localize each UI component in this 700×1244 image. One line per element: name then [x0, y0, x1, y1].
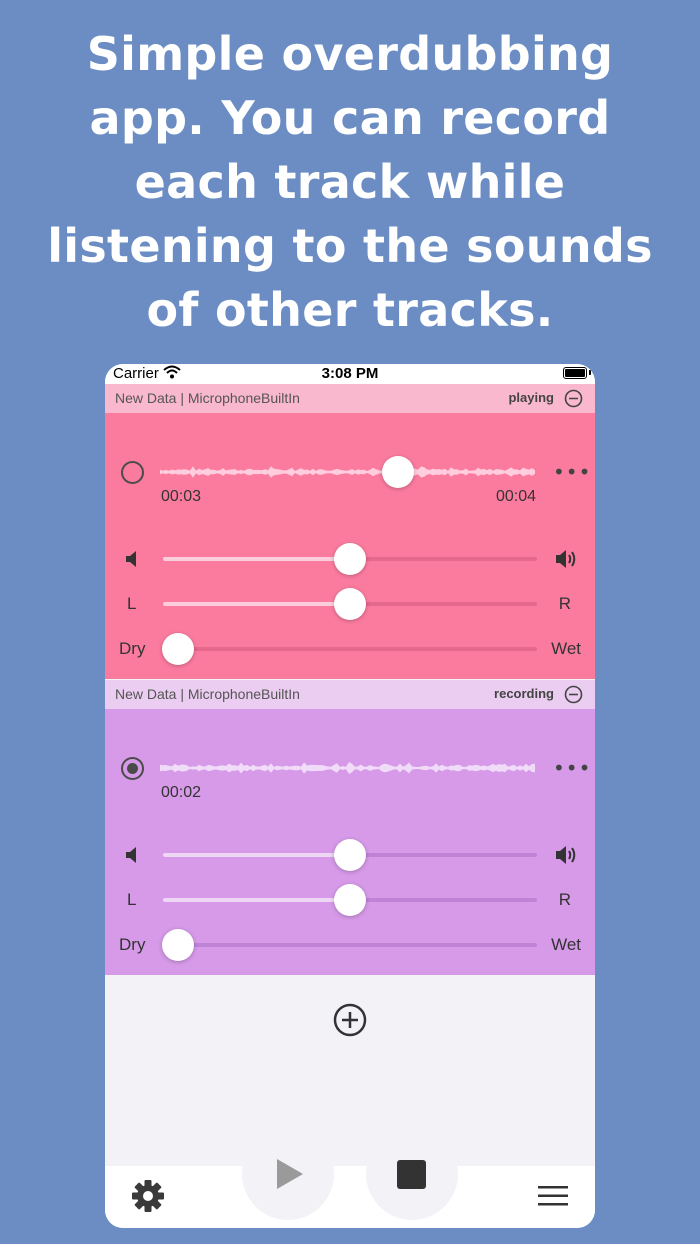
- pan-right-label: R: [558, 890, 571, 909]
- headline-line: Simple overdubbing: [86, 27, 614, 81]
- gear-icon[interactable]: [131, 1179, 165, 1213]
- waveform[interactable]: [160, 757, 537, 779]
- drywet-slider-row: Dry Wet: [105, 633, 595, 665]
- stop-icon: [397, 1160, 426, 1189]
- slider-knob[interactable]: [161, 633, 194, 665]
- volume-slider[interactable]: [163, 543, 537, 575]
- stop-button[interactable]: [366, 1128, 458, 1220]
- volume-high-icon: [556, 550, 576, 568]
- wet-label: Wet: [551, 935, 581, 954]
- drywet-slider[interactable]: [161, 633, 537, 665]
- track-status: recording: [494, 686, 554, 701]
- record-dot-icon: [127, 763, 138, 774]
- headline-line: each track while: [134, 155, 566, 209]
- drywet-slider[interactable]: [161, 929, 537, 961]
- track-status: playing: [508, 390, 554, 405]
- pan-right-label: R: [558, 594, 571, 613]
- pan-left-label: L: [127, 594, 137, 613]
- headline-line: listening to the sounds: [47, 219, 653, 273]
- wet-label: Wet: [551, 639, 581, 658]
- more-options-icon[interactable]: •••: [553, 756, 591, 780]
- volume-low-icon: [126, 847, 136, 863]
- play-icon: [277, 1159, 303, 1189]
- more-options-icon[interactable]: •••: [553, 460, 591, 484]
- waveform-shape: [160, 466, 535, 478]
- track-panel: ••• 00:02 L R Dry Wet: [105, 709, 595, 975]
- battery-tip: [589, 370, 591, 375]
- play-button[interactable]: [242, 1128, 334, 1220]
- headline: Simple overdubbing app. You can record e…: [0, 22, 700, 342]
- record-arm-button[interactable]: [121, 461, 144, 484]
- dry-label: Dry: [119, 639, 146, 658]
- slider-knob[interactable]: [334, 839, 366, 871]
- volume-slider[interactable]: [163, 839, 537, 871]
- playhead-knob[interactable]: [381, 456, 414, 488]
- pan-slider[interactable]: [163, 884, 537, 916]
- slider-knob[interactable]: [334, 884, 366, 916]
- status-bar: Carrier 3:08 PM: [105, 364, 595, 385]
- bottom-toolbar: [105, 1166, 595, 1228]
- headline-line: of other tracks.: [146, 283, 554, 337]
- slider-fill: [163, 853, 350, 857]
- pan-slider[interactable]: [163, 588, 537, 620]
- time-current: 00:03: [161, 488, 202, 505]
- phone-screen: Carrier 3:08 PM New Data | MicrophoneBui…: [105, 364, 595, 1228]
- drywet-slider-row: Dry Wet: [105, 929, 595, 961]
- track-header[interactable]: New Data | MicrophoneBuiltIn recording: [105, 680, 595, 709]
- volume-slider-row: [105, 839, 595, 871]
- slider-knob[interactable]: [161, 929, 194, 961]
- slider-fill: [163, 602, 350, 606]
- hamburger-menu-icon[interactable]: [538, 1185, 568, 1207]
- battery-icon: [563, 367, 587, 379]
- pan-slider-row: L R: [105, 588, 595, 620]
- track-header[interactable]: New Data | MicrophoneBuiltIn playing: [105, 384, 595, 413]
- record-arm-button[interactable]: [121, 757, 144, 780]
- track-panel: ••• 00:03 00:04 L R Dry Wet: [105, 413, 595, 679]
- pan-slider-row: L R: [105, 884, 595, 916]
- slider-fill: [163, 898, 350, 902]
- pan-left-label: L: [127, 890, 137, 909]
- volume-high-icon: [556, 846, 576, 864]
- dry-label: Dry: [119, 935, 146, 954]
- waveform-shape: [160, 762, 535, 774]
- track-name: New Data | MicrophoneBuiltIn: [115, 686, 300, 702]
- add-track-icon[interactable]: [333, 1003, 367, 1037]
- volume-low-icon: [126, 551, 136, 567]
- headline-line: app. You can record: [89, 91, 611, 145]
- volume-slider-row: [105, 543, 595, 575]
- time-current: 00:02: [161, 784, 202, 801]
- status-time: 3:08 PM: [321, 365, 379, 382]
- track-name: New Data | MicrophoneBuiltIn: [115, 390, 300, 406]
- waveform[interactable]: [160, 461, 537, 483]
- slider-knob[interactable]: [334, 588, 366, 620]
- remove-track-icon[interactable]: [564, 389, 583, 408]
- time-total: 00:04: [495, 488, 536, 505]
- slider-knob[interactable]: [334, 543, 366, 575]
- remove-track-icon[interactable]: [564, 685, 583, 704]
- slider-fill: [163, 557, 350, 561]
